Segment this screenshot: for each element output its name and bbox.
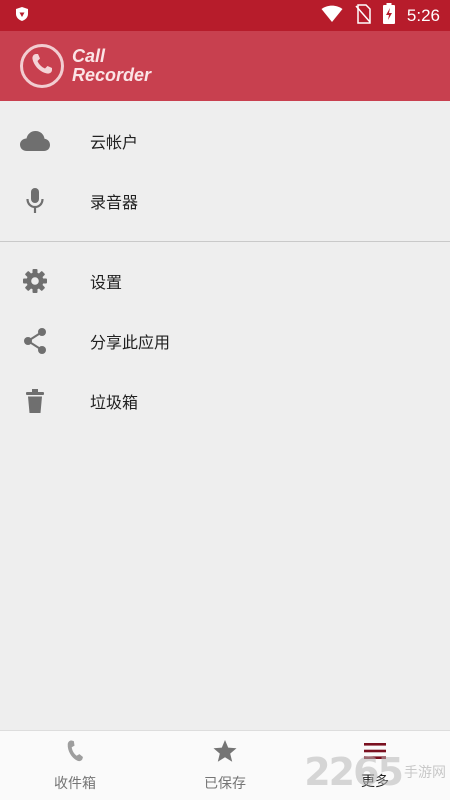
gear-icon <box>18 264 52 298</box>
menu-label: 录音器 <box>90 193 139 212</box>
microphone-icon <box>18 184 52 218</box>
nav-label: 更多 <box>361 773 389 790</box>
menu-label: 分享此应用 <box>90 333 171 352</box>
nav-tab-inbox[interactable]: 收件箱 <box>0 731 150 800</box>
menu-item-recorder[interactable]: 录音器 <box>0 171 450 231</box>
share-icon <box>18 324 52 358</box>
menu-label: 云帐户 <box>90 133 139 152</box>
star-icon <box>212 739 238 767</box>
status-bar: 5:26 <box>0 0 450 31</box>
app-logo <box>20 44 64 88</box>
menu-label: 设置 <box>90 273 123 292</box>
menu-item-trash[interactable]: 垃圾箱 <box>0 371 450 431</box>
shield-icon <box>14 6 30 26</box>
more-menu: 云帐户 录音器 设置 分享此应用 垃圾箱 <box>0 101 450 431</box>
wifi-icon <box>321 5 343 27</box>
app-title-line1: Call <box>72 46 106 66</box>
trash-icon <box>18 384 52 418</box>
menu-item-cloud-account[interactable]: 云帐户 <box>0 111 450 171</box>
no-sim-icon <box>355 3 371 28</box>
battery-charging-icon <box>382 3 395 28</box>
app-bar: Call Recorder <box>0 31 450 101</box>
cloud-icon <box>18 124 52 158</box>
menu-icon <box>363 741 387 765</box>
menu-label: 垃圾箱 <box>90 393 139 412</box>
menu-divider <box>0 241 450 242</box>
bottom-navigation: 收件箱 已保存 更多 <box>0 730 450 800</box>
nav-label: 收件箱 <box>54 775 96 792</box>
nav-tab-saved[interactable]: 已保存 <box>150 731 300 800</box>
phone-handset-icon <box>29 51 55 81</box>
app-title-line2: Recorder <box>72 65 152 85</box>
menu-item-settings[interactable]: 设置 <box>0 251 450 311</box>
status-time: 5:26 <box>406 5 440 25</box>
app-title: Call Recorder <box>72 47 151 85</box>
nav-label: 已保存 <box>204 775 246 792</box>
nav-tab-more[interactable]: 更多 <box>300 731 450 800</box>
phone-handset-icon <box>63 739 87 767</box>
menu-item-share-app[interactable]: 分享此应用 <box>0 311 450 371</box>
